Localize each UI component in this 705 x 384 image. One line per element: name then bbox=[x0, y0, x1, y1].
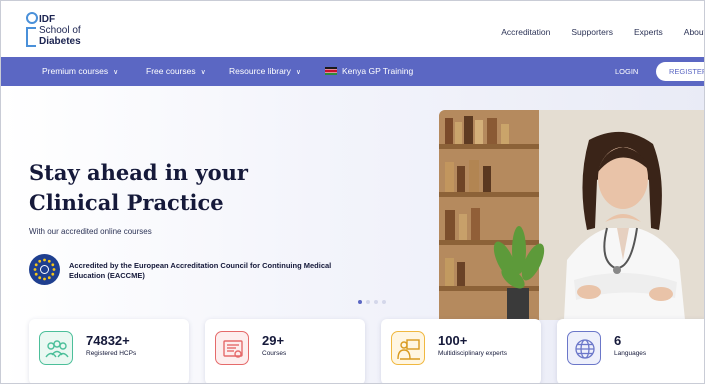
nav-resource-library[interactable]: Resource library ∨ bbox=[229, 66, 301, 76]
chevron-down-icon: ∨ bbox=[295, 69, 302, 76]
stat-card-experts: 100+ Multidisciplinary experts bbox=[381, 319, 541, 383]
nav-free-courses-label: Free courses bbox=[146, 66, 196, 76]
chevron-down-icon: ∨ bbox=[113, 69, 119, 76]
nav-link-supporters[interactable]: Supporters bbox=[571, 27, 613, 37]
hero-title: Stay ahead in your Clinical Practice bbox=[29, 158, 248, 218]
kenya-flag-icon bbox=[325, 67, 337, 75]
top-nav: Accreditation Supporters Experts About bbox=[501, 27, 704, 37]
stat-card-courses: 29+ Courses bbox=[205, 319, 365, 383]
eaccme-logo bbox=[29, 254, 60, 285]
logo-line-2: School of bbox=[39, 25, 81, 36]
stat-label: Languages bbox=[614, 350, 647, 357]
logo-line-1: IDF bbox=[39, 14, 56, 25]
idf-logo[interactable]: IDF School of Diabetes bbox=[25, 10, 115, 52]
site-header: IDF School of Diabetes Accreditation Sup… bbox=[1, 1, 704, 57]
nav-link-about[interactable]: About bbox=[684, 27, 704, 37]
hero-title-line-2: Clinical Practice bbox=[29, 190, 224, 215]
users-icon bbox=[39, 331, 73, 365]
hero-title-line-1: Stay ahead in your bbox=[29, 160, 248, 185]
stat-value: 29+ bbox=[262, 333, 285, 348]
stat-value: 6 bbox=[614, 333, 622, 348]
carousel-dot[interactable] bbox=[382, 300, 386, 304]
nav-premium-courses-label: Premium courses bbox=[42, 66, 109, 76]
nav-premium-courses[interactable]: Premium courses ∨ bbox=[42, 66, 118, 76]
nav-kenya-gp-training-label: Kenya GP Training bbox=[342, 66, 414, 76]
stat-value: 74832+ bbox=[86, 333, 130, 348]
main-navbar: Premium courses ∨ Free courses ∨ Resource … bbox=[1, 57, 704, 86]
carousel-dots bbox=[358, 300, 386, 304]
stat-card-hcps: 74832+ Registered HCPs bbox=[29, 319, 189, 383]
doctor-photo bbox=[439, 110, 704, 320]
nav-link-experts[interactable]: Experts bbox=[634, 27, 663, 37]
doctor-illustration bbox=[439, 110, 704, 320]
globe-icon bbox=[567, 331, 601, 365]
carousel-dot[interactable] bbox=[358, 300, 362, 304]
hero-subtitle: With our accredited online courses bbox=[29, 227, 152, 236]
carousel-dot[interactable] bbox=[374, 300, 378, 304]
accreditation-text: Accredited by the European Accreditation… bbox=[69, 261, 332, 280]
nav-free-courses[interactable]: Free courses ∨ bbox=[146, 66, 206, 76]
nav-link-accreditation[interactable]: Accreditation bbox=[501, 27, 550, 37]
stat-label: Multidisciplinary experts bbox=[438, 350, 507, 357]
certificate-icon bbox=[215, 331, 249, 365]
eu-stars-icon bbox=[33, 258, 56, 281]
stat-label: Registered HCPs bbox=[86, 350, 137, 357]
nav-resource-library-label: Resource library bbox=[229, 66, 291, 76]
chevron-down-icon: ∨ bbox=[200, 69, 206, 76]
page: IDF School of Diabetes Accreditation Sup… bbox=[0, 0, 705, 384]
stat-card-languages: 6 Languages bbox=[557, 319, 704, 383]
presenter-icon bbox=[391, 331, 425, 365]
stat-value: 100+ bbox=[438, 333, 468, 348]
carousel-dot[interactable] bbox=[366, 300, 370, 304]
logo-line-3: Diabetes bbox=[39, 36, 81, 47]
register-button[interactable]: REGISTER bbox=[656, 62, 704, 81]
login-button[interactable]: LOGIN bbox=[615, 67, 638, 76]
nav-kenya-gp-training[interactable]: Kenya GP Training bbox=[325, 66, 413, 76]
logo-text: IDF School of Diabetes bbox=[39, 14, 81, 47]
stat-label: Courses bbox=[262, 350, 287, 357]
